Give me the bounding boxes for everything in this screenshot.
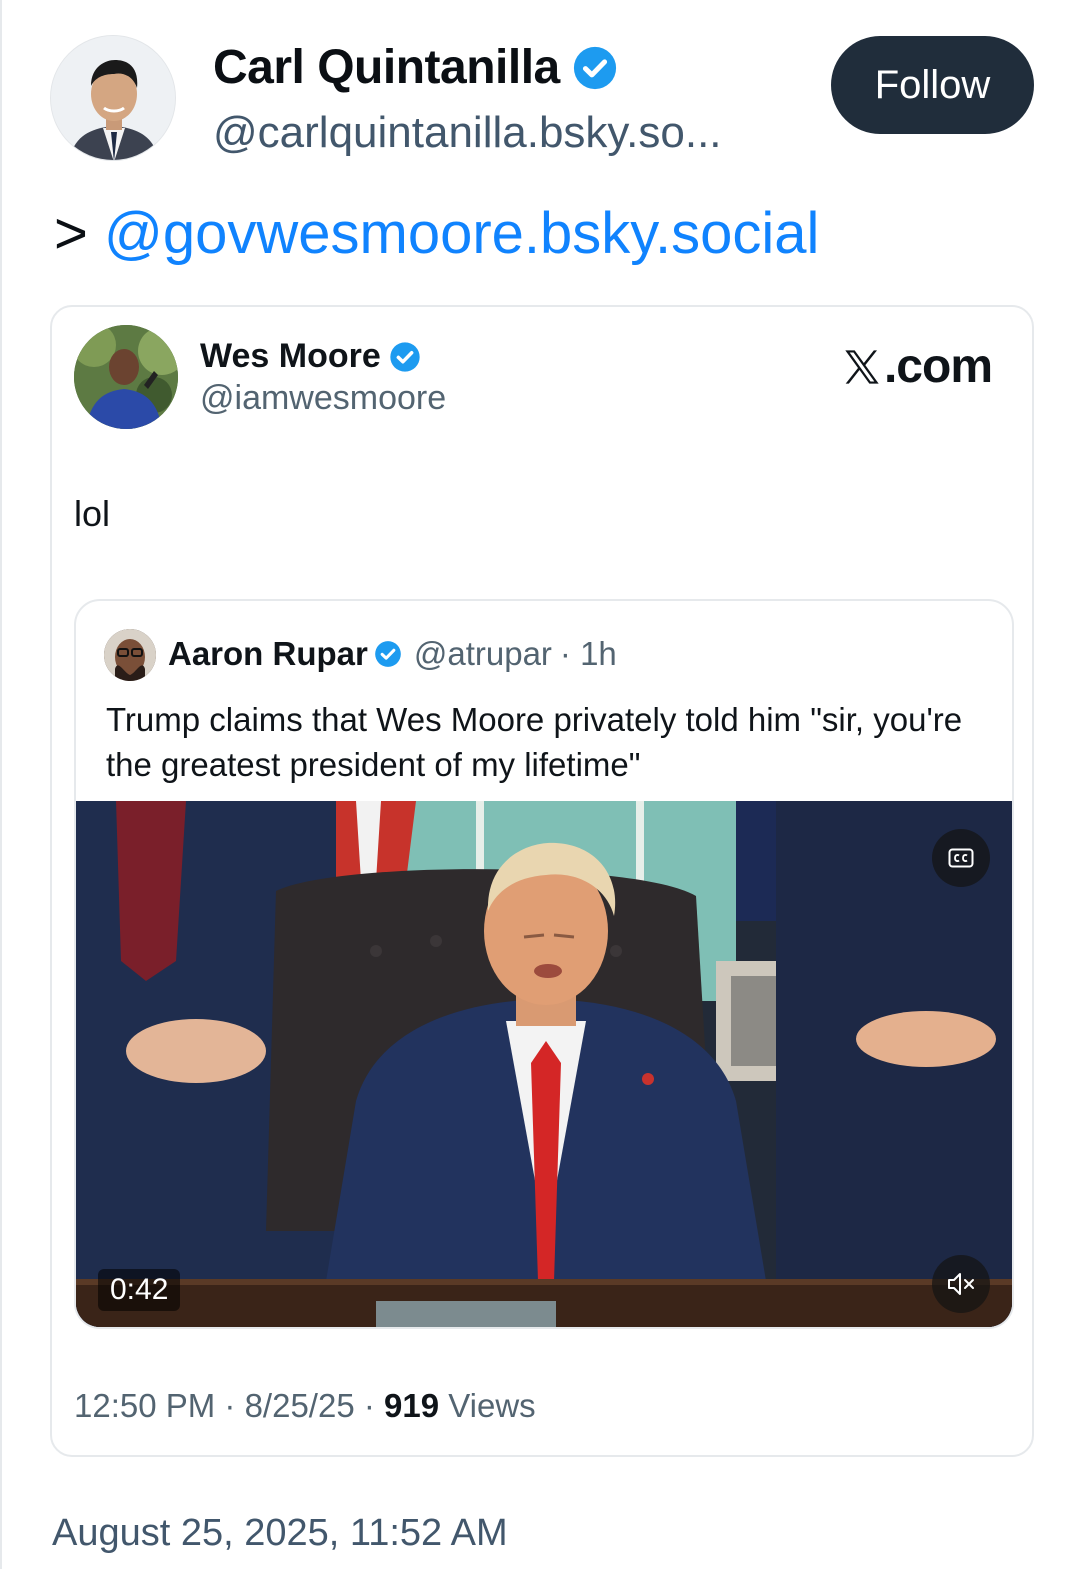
captions-button[interactable] — [932, 829, 990, 887]
embed-author-handle[interactable]: @iamwesmoore — [200, 379, 446, 418]
embed-post-body: lol — [74, 493, 111, 534]
embedded-post-card[interactable]: Wes Moore @iamwesmoore .com lol Aaron Ru… — [50, 305, 1034, 1457]
embed-author-name[interactable]: Wes Moore — [200, 337, 421, 376]
quoted-time: · 1h — [559, 635, 617, 672]
follow-button[interactable]: Follow — [831, 36, 1034, 134]
post-text: > @govwesmoore.bsky.social — [54, 200, 819, 267]
author-name[interactable]: Carl Quintanilla — [213, 40, 618, 95]
mention-link[interactable]: @govwesmoore.bsky.social — [104, 201, 819, 266]
muted-speaker-icon — [948, 1273, 974, 1295]
quoted-author-avatar[interactable] — [104, 629, 156, 681]
quoted-handle[interactable]: @atrupar — [414, 635, 552, 673]
x-com-source-link[interactable]: .com — [842, 339, 993, 394]
views-count: 919 — [384, 1387, 440, 1424]
x-com-label: .com — [883, 340, 993, 393]
quoted-post[interactable]: Aaron Rupar @atrupar · 1h Trump claims t… — [74, 599, 1014, 1329]
embed-post-meta: 12:50 PM · 8/25/25 · 919 Views — [74, 1387, 536, 1425]
quoted-post-text: Trump claims that Wes Moore privately to… — [106, 701, 963, 783]
video-player[interactable]: 0:42 — [76, 801, 1012, 1327]
x-logo-icon — [845, 349, 879, 384]
mute-button[interactable] — [932, 1255, 990, 1313]
post-timestamp: August 25, 2025, 11:52 AM — [52, 1512, 508, 1554]
post-view: Carl Quintanilla @carlquintanilla.bsky.s… — [0, 0, 1080, 1569]
cc-icon — [948, 848, 974, 868]
verified-badge-icon — [390, 341, 420, 372]
author-avatar[interactable] — [50, 35, 176, 161]
author-handle[interactable]: @carlquintanilla.bsky.so... — [213, 108, 722, 158]
embed-author-avatar[interactable] — [74, 325, 178, 429]
quoted-post-header: Aaron Rupar @atrupar · 1h — [168, 635, 617, 673]
video-duration: 0:42 — [98, 1269, 181, 1311]
embed-display-name[interactable]: Wes Moore — [200, 337, 381, 376]
embed-post-time[interactable]: 12:50 PM · 8/25/25 · — [74, 1387, 375, 1424]
video-thumbnail — [76, 801, 1012, 1327]
views-label: Views — [448, 1387, 536, 1424]
verified-badge-icon — [375, 641, 401, 667]
verified-badge-icon — [573, 46, 616, 89]
quoted-display-name[interactable]: Aaron Rupar — [168, 635, 368, 673]
author-display-name[interactable]: Carl Quintanilla — [213, 40, 560, 95]
quote-prefix: > — [54, 201, 88, 266]
